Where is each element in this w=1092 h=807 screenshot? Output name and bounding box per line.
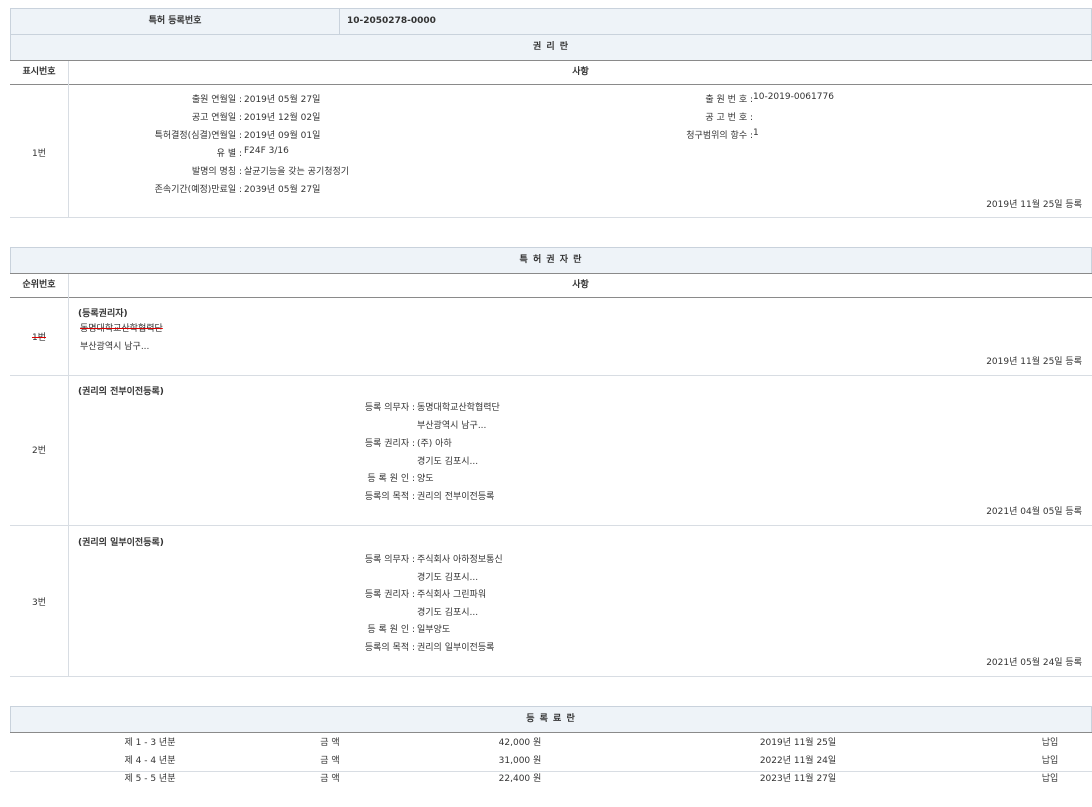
field-label: 등 록 원 인 : <box>367 622 415 635</box>
fees-header-border <box>10 732 1092 733</box>
row-number: 2번 <box>10 443 68 456</box>
fee-amount: 31,000 원 <box>430 753 610 766</box>
field-value: 2039년 05월 27일 <box>244 182 320 195</box>
field-value: 경기도 김포시... <box>417 605 478 618</box>
field-value: 살균기능을 갖는 공기청정기 <box>244 164 349 177</box>
fee-row: 제 5 - 5 년분 금 액 22,400 원 2023년 11월 27일 납입 <box>10 771 1092 784</box>
fee-status: 납입 <box>1000 771 1092 784</box>
fee-amount-label: 금 액 <box>290 753 370 766</box>
row-date: 2019년 11월 25일 등록 <box>986 354 1082 367</box>
fee-row: 제 4 - 4 년분 금 액 31,000 원 2022년 11월 24일 납입 <box>10 753 1092 766</box>
field-value: 동명대학교산학협력단 <box>417 400 500 413</box>
fee-period: 제 5 - 5 년분 <box>70 771 230 784</box>
reg-number-value: 10-2050278-0000 <box>347 9 436 34</box>
rights-left-fields: 출원 연월일 : 2019년 05월 27일 공고 연월일 : 2019년 12… <box>69 92 569 202</box>
field-label: 발명의 명칭 : <box>192 164 242 177</box>
field-value: F24F 3/16 <box>244 146 289 156</box>
rights-header-bottom-border <box>10 84 1092 85</box>
reg-number-bar: 특허 등록번호 10-2050278-0000 <box>10 8 1092 35</box>
holder-address: 부산광역시 남구... <box>80 339 149 352</box>
field-label: 등록의 목적 : <box>365 640 415 653</box>
field-value: 1 <box>753 128 759 138</box>
rights-right-fields: 출 원 번 호 : 10-2019-0061776 공 고 번 호 : 청구범위… <box>569 92 969 152</box>
field-label: 등록 권리자 : <box>365 587 415 600</box>
field-label: 등록 권리자 : <box>365 436 415 449</box>
field-label: 출 원 번 호 : <box>705 92 753 105</box>
field-label: 등록의 목적 : <box>365 489 415 502</box>
row-heading: (권리의 전부이전등록) <box>78 384 164 397</box>
fee-date: 2019년 11월 25일 <box>698 735 898 748</box>
field-value: (주) 아하 <box>417 436 452 449</box>
table-row: 1번 (등록권리자) 동명대학교산학협력단 부산광역시 남구... 2019년 … <box>10 298 1092 375</box>
field-value: 경기도 김포시... <box>417 570 478 583</box>
fee-row: 제 1 - 3 년분 금 액 42,000 원 2019년 11월 25일 납입 <box>10 735 1092 748</box>
field-label: 청구범위의 항수 : <box>686 128 753 141</box>
fee-amount-label: 금 액 <box>290 735 370 748</box>
field-value: 2019년 05월 27일 <box>244 92 320 105</box>
field-value: 2019년 09월 01일 <box>244 128 320 141</box>
row-number: 3번 <box>10 595 68 608</box>
row-date: 2021년 05월 24일 등록 <box>986 655 1082 668</box>
fees-title: 등 록 료 란 <box>10 706 1092 733</box>
rights-col-item: 사항 <box>69 61 1092 83</box>
field-value: 양도 <box>417 471 434 484</box>
rights-bottom-border <box>10 217 1092 218</box>
field-value: 일부양도 <box>417 622 450 635</box>
field-label: 특허결정(심결)연월일 : <box>155 128 242 141</box>
fee-status: 납입 <box>1000 753 1092 766</box>
field-label: 공 고 번 호 : <box>705 110 753 123</box>
fee-period: 제 1 - 3 년분 <box>70 735 230 748</box>
rights-reg-date: 2019년 11월 25일 등록 <box>986 197 1082 210</box>
field-label: 공고 연월일 : <box>192 110 242 123</box>
field-value: 주식회사 아하정보통신 <box>417 552 503 565</box>
field-value: 주식회사 그린파워 <box>417 587 486 600</box>
field-label: 출원 연월일 : <box>192 92 242 105</box>
row-date: 2021년 04월 05일 등록 <box>986 504 1082 517</box>
field-label: 유 별 : <box>217 146 242 159</box>
fee-period: 제 4 - 4 년분 <box>70 753 230 766</box>
field-label: 존속기간(예정)만료일 : <box>155 182 242 195</box>
field-label: 등록 의무자 : <box>365 400 415 413</box>
field-value: 10-2019-0061776 <box>753 92 834 102</box>
field-value: 2019년 12월 02일 <box>244 110 320 123</box>
field-value: 경기도 김포시... <box>417 454 478 467</box>
fee-amount-label: 금 액 <box>290 771 370 784</box>
field-value: 권리의 일부이전등록 <box>417 640 494 653</box>
rights-col-no: 표시번호 <box>10 61 68 83</box>
fee-amount: 22,400 원 <box>430 771 610 784</box>
fee-date: 2023년 11월 27일 <box>698 771 898 784</box>
rights-row-no: 1번 <box>10 146 68 159</box>
holders-title: 특 허 권 자 란 <box>10 247 1092 274</box>
row-heading: (권리의 일부이전등록) <box>78 535 164 548</box>
field-value: 부산광역시 남구... <box>417 418 486 431</box>
fee-amount: 42,000 원 <box>430 735 610 748</box>
reg-number-label: 특허 등록번호 <box>11 9 339 34</box>
reg-number-divider <box>339 9 340 34</box>
holders-col-no: 순위번호 <box>10 274 68 296</box>
table-row: 3번 (권리의 일부이전등록) 등록 의무자 : 주식회사 아하정보통신 경기도… <box>10 526 1092 676</box>
holders-col-item: 사항 <box>69 274 1092 296</box>
holders-bottom-border <box>10 676 1092 677</box>
row-number: 1번 <box>10 330 68 343</box>
field-value: 권리의 전부이전등록 <box>417 489 494 502</box>
holder-name: 동명대학교산학협력단 <box>80 321 163 334</box>
row-heading: (등록권리자) <box>78 306 128 319</box>
fee-date: 2022년 11월 24일 <box>698 753 898 766</box>
fee-status: 납입 <box>1000 735 1092 748</box>
field-label: 등록 의무자 : <box>365 552 415 565</box>
table-row: 2번 (권리의 전부이전등록) 등록 의무자 : 동명대학교산학협력단 부산광역… <box>10 376 1092 525</box>
rights-title: 권 리 란 <box>10 34 1092 61</box>
field-label: 등 록 원 인 : <box>367 471 415 484</box>
